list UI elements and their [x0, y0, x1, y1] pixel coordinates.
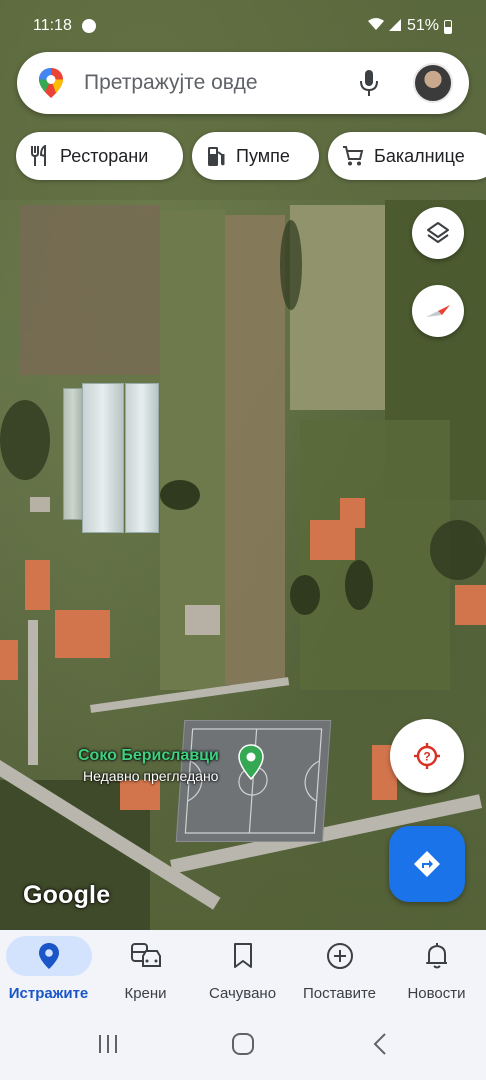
layers-button[interactable]	[412, 207, 464, 259]
map-building	[30, 497, 50, 512]
fork-knife-icon	[31, 145, 46, 166]
nav-explore[interactable]: Истражите	[0, 930, 97, 1010]
place-name[interactable]: Соко Бериславци	[78, 747, 219, 765]
map-tree	[0, 400, 50, 480]
map-building	[55, 610, 110, 658]
gas-pump-icon	[208, 147, 225, 166]
map-building	[120, 780, 160, 810]
home-icon[interactable]	[231, 1032, 255, 1061]
signal-icon	[388, 18, 402, 35]
my-location-button[interactable]: ?	[390, 719, 464, 793]
chip-label: Пумпе	[236, 145, 290, 166]
compass-icon	[426, 305, 450, 317]
nav-saved[interactable]: Сачувано	[194, 930, 291, 1010]
map-building	[185, 605, 220, 635]
map-building	[455, 585, 486, 625]
map-tree	[345, 560, 373, 610]
commute-icon	[130, 942, 162, 975]
chip-gas-stations[interactable]: Пумпе	[192, 132, 319, 180]
map-greenhouse	[82, 383, 124, 533]
microphone-icon[interactable]	[358, 69, 380, 97]
facebook-icon	[82, 19, 96, 33]
bell-icon	[425, 942, 449, 975]
layers-icon	[427, 222, 449, 243]
search-bar[interactable]: Претражујте овде	[17, 52, 469, 114]
chip-groceries[interactable]: Бакалнице	[328, 132, 486, 180]
status-time: 11:18	[33, 17, 72, 34]
map-tree	[160, 480, 200, 510]
place-pin-icon[interactable]	[238, 744, 264, 781]
nav-label: Новости	[407, 985, 466, 1002]
search-input[interactable]: Претражујте овде	[84, 71, 258, 95]
nav-label: Крени	[124, 985, 167, 1002]
chip-restaurants[interactable]: Ресторани	[16, 132, 183, 180]
nav-label: Сачувано	[208, 985, 277, 1002]
nav-label: Поставите	[302, 985, 377, 1002]
directions-icon	[414, 851, 440, 877]
map-tree	[290, 575, 320, 615]
map-field	[225, 215, 285, 685]
chip-label: Бакалнице	[374, 145, 465, 166]
system-navigation-bar	[0, 1010, 486, 1080]
nav-updates[interactable]: Новости	[388, 930, 485, 1010]
compass-button[interactable]	[412, 285, 464, 337]
map-tree	[280, 220, 302, 310]
battery-percent: 51%	[407, 17, 440, 34]
location-pin-icon	[38, 942, 60, 975]
map-building	[340, 498, 365, 528]
map-greenhouse	[125, 383, 159, 533]
map-tree	[430, 520, 486, 580]
map-building	[0, 640, 18, 680]
place-subtitle: Недавно прегледано	[83, 768, 219, 784]
map-road	[28, 620, 38, 765]
shopping-cart-icon	[343, 146, 364, 166]
profile-avatar[interactable]	[413, 63, 453, 103]
wifi-icon	[367, 17, 385, 34]
bookmark-icon	[232, 942, 254, 975]
nav-label: Истражите	[8, 985, 89, 1002]
add-circle-icon	[326, 942, 354, 975]
nav-contribute[interactable]: Поставите	[291, 930, 388, 1010]
recents-icon[interactable]	[96, 1032, 120, 1061]
map-building	[25, 560, 50, 610]
maps-pin-logo	[38, 67, 64, 99]
google-attribution: Google	[23, 881, 111, 909]
map-field	[20, 205, 160, 375]
back-icon[interactable]	[369, 1032, 393, 1061]
chip-label: Ресторани	[60, 145, 149, 166]
status-bar: 11:18 51%	[0, 0, 486, 54]
directions-button[interactable]	[389, 826, 465, 902]
battery-icon	[444, 20, 452, 34]
map-greenhouse	[63, 388, 83, 520]
nav-go[interactable]: Крени	[97, 930, 194, 1010]
my-location-icon: ?	[414, 743, 440, 769]
svg-text:?: ?	[423, 750, 430, 764]
bottom-navigation: Истражите Крени Сачувано Поставите Новос…	[0, 930, 486, 1010]
map-field	[290, 205, 385, 410]
